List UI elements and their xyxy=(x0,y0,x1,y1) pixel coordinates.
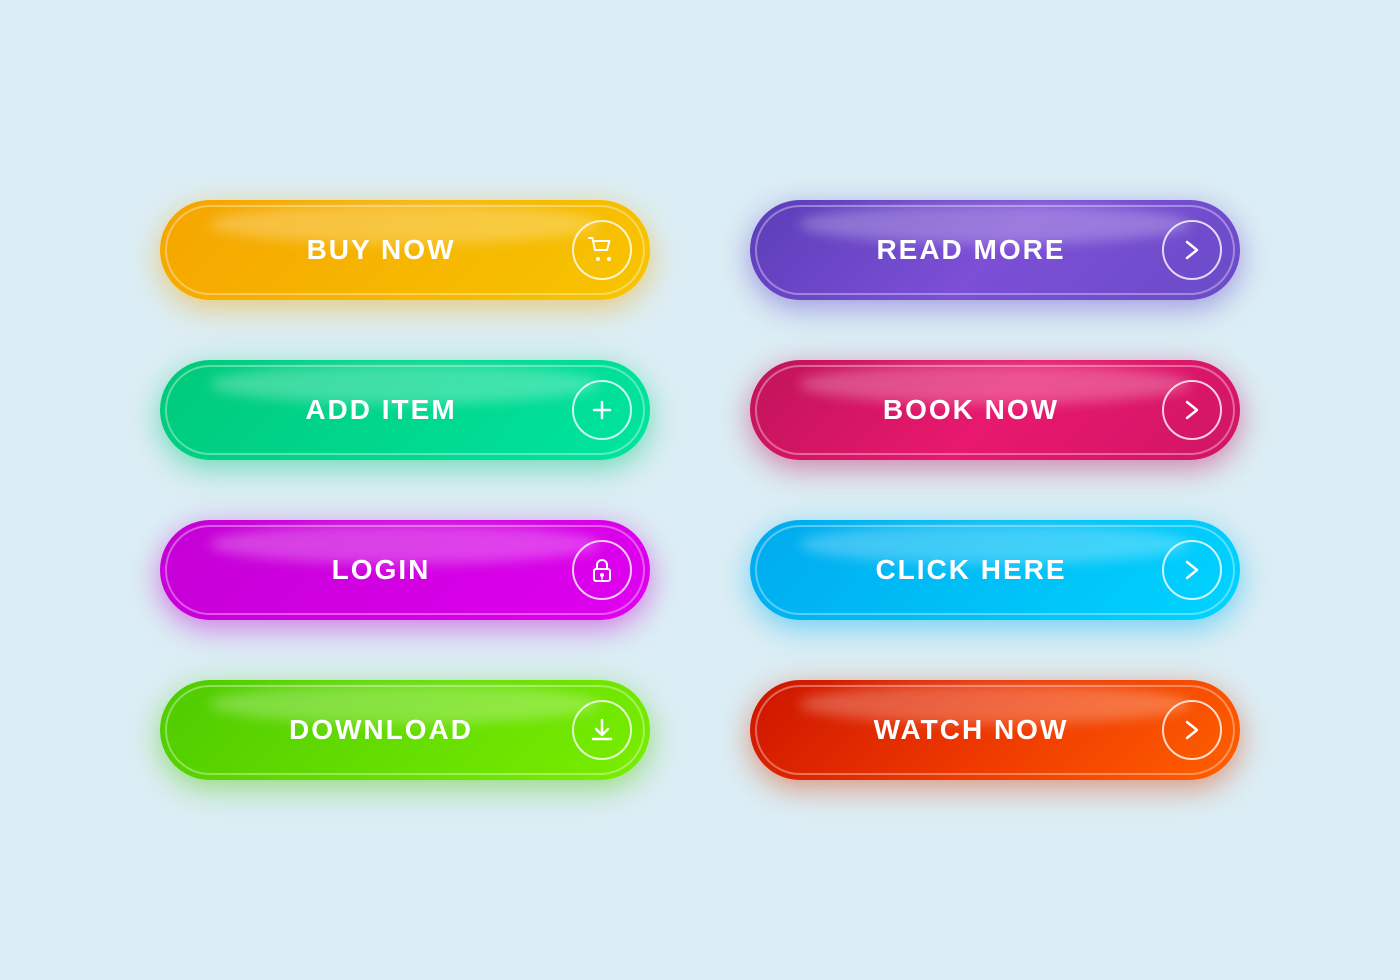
arrow-right-icon xyxy=(1162,540,1222,600)
arrow-right-icon xyxy=(1162,380,1222,440)
read-more-label: READ MORE xyxy=(780,234,1162,266)
lock-icon xyxy=(572,540,632,600)
download-icon xyxy=(572,700,632,760)
download-label: DOWNLOAD xyxy=(190,714,572,746)
add-item-button[interactable]: ADD ITEM xyxy=(160,360,650,460)
arrow-right-icon xyxy=(1162,220,1222,280)
cart-icon xyxy=(572,220,632,280)
watch-now-label: WATCH NOW xyxy=(780,714,1162,746)
book-now-button[interactable]: BOOK NOW xyxy=(750,360,1240,460)
add-item-label: ADD ITEM xyxy=(190,394,572,426)
buy-now-label: BUY NOW xyxy=(190,234,572,266)
login-button[interactable]: LOGIN xyxy=(160,520,650,620)
button-grid: BUY NOW READ MORE ADD ITEM xyxy=(120,160,1280,820)
book-now-label: BOOK NOW xyxy=(780,394,1162,426)
click-here-button[interactable]: CLICK HERE xyxy=(750,520,1240,620)
read-more-button[interactable]: READ MORE xyxy=(750,200,1240,300)
plus-icon xyxy=(572,380,632,440)
click-here-label: CLICK HERE xyxy=(780,554,1162,586)
buy-now-button[interactable]: BUY NOW xyxy=(160,200,650,300)
login-label: LOGIN xyxy=(190,554,572,586)
watch-now-button[interactable]: WATCH NOW xyxy=(750,680,1240,780)
arrow-right-icon xyxy=(1162,700,1222,760)
download-button[interactable]: DOWNLOAD xyxy=(160,680,650,780)
